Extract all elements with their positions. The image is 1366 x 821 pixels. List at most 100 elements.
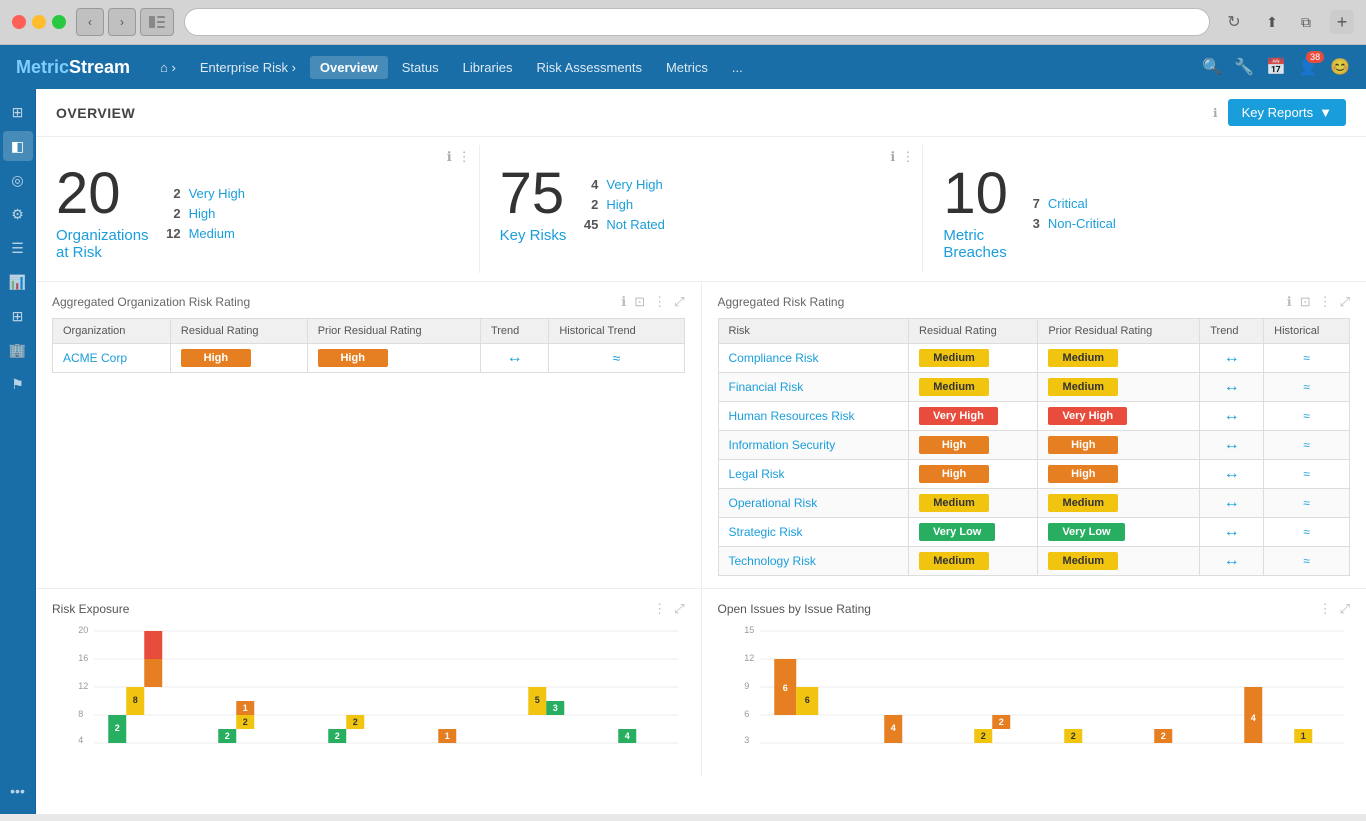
nav-status[interactable]: Status: [392, 56, 449, 79]
table-row: ACME Corp High High ↔ ≈: [53, 344, 685, 373]
nav-enterprise-risk[interactable]: Enterprise Risk ›: [190, 56, 306, 79]
nav-metrics[interactable]: Metrics: [656, 56, 718, 79]
key-risks-breakdown: 4 Very High 2 High 45 Not Rated: [582, 177, 665, 232]
nav-more[interactable]: ...: [722, 56, 753, 79]
infosec-risk-link[interactable]: Information Security: [729, 438, 836, 452]
org-risk-panel-icons: ℹ ⊡ ⋮ ⤢: [621, 294, 684, 310]
risk-exposure-more-icon[interactable]: ⋮: [653, 601, 666, 617]
key-risks-more-icon[interactable]: ⋮: [901, 149, 914, 165]
table-row: Operational Risk Medium Medium ↔ ≈: [718, 489, 1350, 518]
orgs-more-icon[interactable]: ⋮: [458, 149, 471, 165]
refresh-button[interactable]: ↻: [1220, 8, 1248, 36]
strategic-residual-badge: Very Low: [919, 523, 995, 541]
minimize-button[interactable]: [32, 15, 46, 29]
key-reports-button[interactable]: Key Reports ▼: [1228, 99, 1346, 126]
compliance-risk-link[interactable]: Compliance Risk: [729, 351, 819, 365]
sidebar-icon-dashboard[interactable]: ◧: [3, 131, 33, 161]
org-risk-copy-icon[interactable]: ⊡: [634, 294, 645, 310]
svg-text:6: 6: [804, 695, 809, 705]
acme-corp-link[interactable]: ACME Corp: [63, 351, 127, 365]
nav-overview[interactable]: Overview: [310, 56, 388, 79]
sidebar-icon-gear[interactable]: ⚙: [3, 199, 33, 229]
sidebar-icon-grid[interactable]: ⊞: [3, 301, 33, 331]
operational-risk-link[interactable]: Operational Risk: [729, 496, 818, 510]
col-organization: Organization: [53, 319, 171, 344]
sidebar-icon-chart[interactable]: 📊: [3, 267, 33, 297]
close-button[interactable]: [12, 15, 26, 29]
open-issues-panel: Open Issues by Issue Rating ⋮ ⤢ 15 12 9 …: [702, 589, 1366, 776]
user-avatar-icon[interactable]: 😊: [1330, 57, 1350, 77]
tools-icon[interactable]: 🔧: [1234, 57, 1254, 77]
open-issues-expand-icon[interactable]: ⤢: [1340, 601, 1350, 617]
nav-libraries[interactable]: Libraries: [453, 56, 523, 79]
svg-text:4: 4: [1250, 713, 1255, 723]
acme-historical-icon: ≈: [613, 350, 621, 366]
financial-historical: ≈: [1303, 380, 1310, 394]
search-icon[interactable]: 🔍: [1202, 57, 1222, 77]
address-bar[interactable]: [184, 8, 1210, 36]
org-risk-settings-icon[interactable]: ⋮: [653, 294, 666, 310]
sidebar-toggle-button[interactable]: [140, 8, 174, 36]
svg-text:15: 15: [744, 625, 754, 635]
maximize-button[interactable]: [52, 15, 66, 29]
agg-risk-table: Risk Residual Rating Prior Residual Rati…: [718, 318, 1351, 576]
svg-text:20: 20: [78, 625, 88, 635]
financial-residual-badge: Medium: [919, 378, 989, 396]
svg-text:2: 2: [998, 717, 1003, 727]
forward-button[interactable]: ›: [108, 8, 136, 36]
agg-risk-expand-icon[interactable]: ⤢: [1340, 294, 1350, 310]
agg-risk-panel-icons: ℹ ⊡ ⋮ ⤢: [1287, 294, 1350, 310]
strategic-historical: ≈: [1303, 525, 1310, 539]
col-residual-rating-2: Residual Rating: [909, 319, 1038, 344]
risk-exposure-expand-icon[interactable]: ⤢: [674, 601, 684, 617]
sidebar-icon-more[interactable]: •••: [3, 776, 33, 806]
legal-risk-link[interactable]: Legal Risk: [729, 467, 785, 481]
col-residual-rating: Residual Rating: [170, 319, 307, 344]
svg-text:2: 2: [1070, 731, 1075, 741]
risk-exposure-panel: Risk Exposure ⋮ ⤢ 20 16 12 8 4: [36, 589, 702, 776]
operational-prior-badge: Medium: [1048, 494, 1118, 512]
sidebar-icon-building[interactable]: 🏢: [3, 335, 33, 365]
technology-residual-badge: Medium: [919, 552, 989, 570]
calendar-icon[interactable]: 📅: [1266, 57, 1286, 77]
sidebar-icon-list[interactable]: ☰: [3, 233, 33, 263]
org-risk-expand-icon[interactable]: ⤢: [674, 294, 684, 310]
add-tab-button[interactable]: +: [1330, 10, 1354, 34]
svg-text:9: 9: [744, 681, 749, 691]
financial-risk-link[interactable]: Financial Risk: [729, 380, 804, 394]
legal-prior-badge: High: [1048, 465, 1118, 483]
agg-risk-info-icon[interactable]: ℹ: [1287, 294, 1292, 310]
agg-risk-settings-icon[interactable]: ⋮: [1319, 294, 1332, 310]
orgs-info-icon[interactable]: ℹ: [447, 149, 452, 165]
svg-text:12: 12: [744, 653, 754, 663]
agg-risk-copy-icon[interactable]: ⊡: [1300, 294, 1311, 310]
key-risks-info-icon[interactable]: ℹ: [890, 149, 895, 165]
back-button[interactable]: ‹: [76, 8, 104, 36]
nav-risk-assessments[interactable]: Risk Assessments: [526, 56, 651, 79]
technology-historical: ≈: [1303, 554, 1310, 568]
col-prior-residual: Prior Residual Rating: [307, 319, 480, 344]
svg-text:3: 3: [133, 639, 138, 649]
svg-text:6: 6: [782, 683, 787, 693]
header-actions: 🔍 🔧 📅 👤38 😊: [1202, 57, 1350, 77]
strategic-risk-link[interactable]: Strategic Risk: [729, 525, 803, 539]
sidebar-icon-target[interactable]: ◎: [3, 165, 33, 195]
orgs-very-high-label: Very High: [189, 186, 245, 201]
svg-text:2: 2: [980, 731, 985, 741]
technology-risk-link[interactable]: Technology Risk: [729, 554, 816, 568]
share-button[interactable]: ⬆: [1258, 8, 1286, 36]
duplicate-button[interactable]: ⧉: [1292, 8, 1320, 36]
app-header: MetricStream ⌂ › Enterprise Risk › Overv…: [0, 45, 1366, 89]
nav-home[interactable]: ⌂ ›: [150, 56, 186, 79]
page-info-icon[interactable]: ℹ: [1213, 106, 1218, 120]
org-risk-table: Organization Residual Rating Prior Resid…: [52, 318, 685, 373]
table-row: Technology Risk Medium Medium ↔ ≈: [718, 547, 1350, 576]
col-historical: Historical: [1264, 319, 1350, 344]
hr-risk-link[interactable]: Human Resources Risk: [729, 409, 855, 423]
sidebar-icon-flag[interactable]: ⚑: [3, 369, 33, 399]
key-risks-not-rated-row: 45 Not Rated: [582, 217, 665, 232]
open-issues-more-icon[interactable]: ⋮: [1319, 601, 1332, 617]
sidebar-icon-home[interactable]: ⊞: [3, 97, 33, 127]
notifications-icon[interactable]: 👤38: [1298, 57, 1318, 77]
org-risk-info-icon[interactable]: ℹ: [621, 294, 626, 310]
